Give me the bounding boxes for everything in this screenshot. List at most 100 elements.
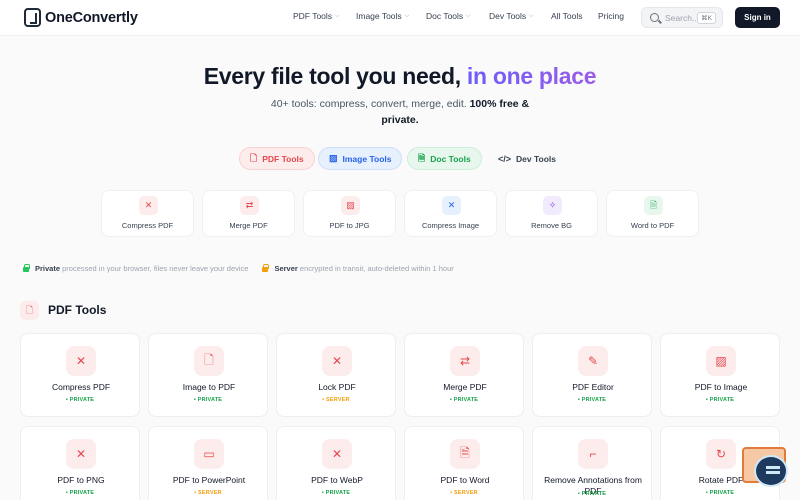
tool-name: Image to PDF bbox=[182, 382, 236, 392]
image-icon: ▨ bbox=[706, 346, 736, 376]
chat-bubble-icon bbox=[754, 455, 788, 487]
edit-icon: ✎ bbox=[578, 346, 608, 376]
nav-doc-tools[interactable]: Doc Tools ⌵ bbox=[426, 11, 471, 21]
mode-badge: • SERVER bbox=[322, 397, 350, 403]
quick-tool-compress-pdf[interactable]: ✕ Compress PDF bbox=[101, 190, 194, 237]
sign-in-button[interactable]: Sign in bbox=[735, 7, 780, 28]
section-title: PDF Tools bbox=[48, 303, 107, 317]
mode-badge: • PRIVATE bbox=[65, 397, 95, 403]
tab-doc-tools[interactable]: 🗎 Doc Tools bbox=[407, 147, 482, 170]
server-label: Server bbox=[274, 264, 298, 273]
tool-card-pdf-to-png[interactable]: ✕ PDF to PNG • PRIVATE bbox=[20, 426, 140, 500]
hero-title-accent: in one place bbox=[466, 63, 597, 89]
nav-label: Doc Tools bbox=[426, 11, 464, 21]
doc-icon: 🗎 bbox=[418, 152, 426, 163]
top-header: OneConvertly PDF Tools ⌵ Image Tools ⌵ Doc… bbox=[0, 0, 800, 36]
tool-name: PDF to Image bbox=[694, 382, 748, 392]
mode-badge: • PRIVATE bbox=[449, 397, 479, 403]
nav-dev-tools[interactable]: Dev Tools ⌵ bbox=[489, 11, 534, 21]
mode-badge: • PRIVATE bbox=[321, 490, 351, 496]
lock-icon bbox=[23, 264, 30, 272]
compress-icon: ✕ bbox=[442, 196, 461, 215]
tool-name: Compress PDF bbox=[51, 382, 111, 392]
tab-dev-tools[interactable]: </> Dev Tools bbox=[488, 147, 566, 170]
search-box[interactable]: Search... ⌘K bbox=[641, 7, 723, 28]
tool-card-pdf-to-powerpoint[interactable]: ▭ PDF to PowerPoint • SERVER bbox=[148, 426, 268, 500]
tool-card-remove-annotations[interactable]: ⌐ Remove Annotations from PDF • PRIVATE bbox=[532, 426, 652, 500]
tool-card-image-to-pdf[interactable]: 🗋 Image to PDF • PRIVATE bbox=[148, 333, 268, 417]
tab-label: PDF Tools bbox=[262, 153, 304, 164]
hero-title: Every file tool you need, in one place bbox=[0, 63, 800, 90]
mode-badge: • PRIVATE bbox=[65, 490, 95, 496]
tool-name: Merge PDF bbox=[443, 382, 487, 392]
merge-icon: ⇄ bbox=[450, 346, 480, 376]
quick-tool-remove-bg[interactable]: ✧ Remove BG bbox=[505, 190, 598, 237]
privacy-legend: Private processed in your browser, files… bbox=[23, 264, 454, 273]
compress-icon: ✕ bbox=[139, 196, 158, 215]
presentation-icon: ▭ bbox=[194, 439, 224, 469]
search-placeholder: Search... bbox=[665, 13, 700, 23]
chat-widget-button[interactable] bbox=[742, 445, 791, 490]
image-icon: ▨ bbox=[341, 196, 360, 215]
mode-badge: • PRIVATE bbox=[705, 397, 735, 403]
nav-label: PDF Tools bbox=[293, 11, 333, 21]
quick-tool-merge-pdf[interactable]: ⇄ Merge PDF bbox=[202, 190, 295, 237]
quick-tool-label: Word to PDF bbox=[630, 221, 675, 230]
tool-name: PDF to Word bbox=[440, 475, 490, 485]
nav-pdf-tools[interactable]: PDF Tools ⌵ bbox=[293, 11, 340, 21]
quick-tool-word-to-pdf[interactable]: 🗎 Word to PDF bbox=[606, 190, 699, 237]
logo-text: OneConvertly bbox=[45, 9, 138, 26]
quick-tool-label: Compress Image bbox=[421, 221, 480, 230]
logo[interactable]: OneConvertly bbox=[24, 8, 138, 27]
search-icon bbox=[650, 13, 659, 22]
tool-card-pdf-editor[interactable]: ✎ PDF Editor • PRIVATE bbox=[532, 333, 652, 417]
nav-all-tools[interactable]: All Tools bbox=[551, 11, 583, 21]
nav-image-tools[interactable]: Image Tools ⌵ bbox=[356, 11, 409, 21]
quick-tool-pdf-to-jpg[interactable]: ▨ PDF to JPG bbox=[303, 190, 396, 237]
nav-label: Dev Tools bbox=[489, 11, 527, 21]
chevron-down-icon: ⌵ bbox=[529, 12, 534, 19]
tool-card-pdf-to-image[interactable]: ▨ PDF to Image • PRIVATE bbox=[660, 333, 780, 417]
rotate-icon: ↻ bbox=[706, 439, 736, 469]
nav-pricing[interactable]: Pricing bbox=[598, 11, 624, 21]
file-icon: 🗋 bbox=[20, 301, 39, 320]
compress-icon: ✕ bbox=[66, 346, 96, 376]
sparkle-icon: ✧ bbox=[543, 196, 562, 215]
compress-icon: ✕ bbox=[322, 439, 352, 469]
search-shortcut: ⌘K bbox=[697, 12, 716, 24]
nav-label: Image Tools bbox=[356, 11, 402, 21]
doc-icon: 🗎 bbox=[644, 196, 663, 215]
mode-badge: • SERVER bbox=[450, 490, 478, 496]
server-lock-icon bbox=[262, 264, 270, 272]
chevron-down-icon: ⌵ bbox=[466, 12, 471, 19]
compress-icon: ✕ bbox=[66, 439, 96, 469]
compress-icon: ✕ bbox=[322, 346, 352, 376]
mode-badge: • SERVER bbox=[194, 490, 222, 496]
hero-title-main: Every file tool you need, bbox=[203, 63, 461, 89]
tab-label: Doc Tools bbox=[430, 153, 471, 164]
doc-icon: 🗎 bbox=[450, 439, 480, 469]
tab-image-tools[interactable]: ▨ Image Tools bbox=[318, 147, 403, 170]
tab-label: Image Tools bbox=[342, 153, 392, 164]
tool-name: PDF Editor bbox=[572, 382, 614, 392]
file-icon: 🗋 bbox=[250, 152, 258, 163]
tab-label: Dev Tools bbox=[516, 153, 557, 164]
file-icon: 🗋 bbox=[194, 346, 224, 376]
quick-tool-label: Remove BG bbox=[531, 221, 572, 230]
tool-card-merge-pdf[interactable]: ⇄ Merge PDF • PRIVATE bbox=[404, 333, 524, 417]
tool-card-compress-pdf[interactable]: ✕ Compress PDF • PRIVATE bbox=[20, 333, 140, 417]
tool-card-pdf-to-word[interactable]: 🗎 PDF to Word • SERVER bbox=[404, 426, 524, 500]
tool-card-pdf-to-webp[interactable]: ✕ PDF to WebP • PRIVATE bbox=[276, 426, 396, 500]
tab-pdf-tools[interactable]: 🗋 PDF Tools bbox=[239, 147, 315, 170]
annotation-icon: ⌐ bbox=[578, 439, 608, 469]
hero-subtitle: 40+ tools: compress, convert, merge, edi… bbox=[270, 96, 530, 128]
logo-icon bbox=[24, 8, 41, 27]
quick-tool-label: Compress PDF bbox=[121, 221, 174, 230]
image-icon: ▨ bbox=[329, 153, 338, 163]
mode-badge: • PRIVATE bbox=[705, 490, 735, 496]
private-label: Private bbox=[35, 264, 61, 273]
quick-tool-compress-image[interactable]: ✕ Compress Image bbox=[404, 190, 497, 237]
tool-card-lock-pdf[interactable]: ✕ Lock PDF • SERVER bbox=[276, 333, 396, 417]
nav-label: All Tools bbox=[551, 11, 583, 21]
merge-icon: ⇄ bbox=[240, 196, 259, 215]
